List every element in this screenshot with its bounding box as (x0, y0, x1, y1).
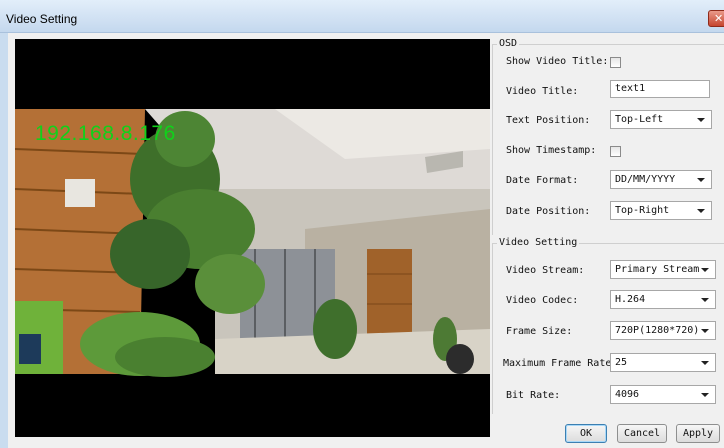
ok-button[interactable]: OK (565, 424, 607, 443)
video-setting-group-label: Video Setting (497, 237, 580, 248)
chevron-down-icon (697, 118, 705, 122)
show-video-title-label: Show Video Title: (506, 56, 609, 67)
show-video-title-checkbox[interactable] (610, 57, 621, 68)
video-stream-select[interactable]: Primary Stream (610, 260, 716, 279)
date-format-label: Date Format: (506, 175, 579, 186)
close-button[interactable]: ✕ (708, 10, 724, 27)
text-position-select[interactable]: Top-Left (610, 110, 712, 129)
date-format-select[interactable]: DD/MM/YYYY (610, 170, 712, 189)
text-position-label: Text Position: (506, 115, 591, 126)
window-title: Video Setting (6, 12, 78, 26)
chevron-down-icon (697, 178, 705, 182)
frame-size-select[interactable]: 720P(1280*720) (610, 321, 716, 340)
date-position-label: Date Position: (506, 206, 591, 217)
chevron-down-icon (701, 329, 709, 333)
video-title-label: Video Title: (506, 86, 579, 97)
chevron-down-icon (701, 268, 709, 272)
video-codec-select[interactable]: H.264 (610, 290, 716, 309)
frame-size-value: 720P(1280*720) (615, 325, 700, 336)
max-frame-rate-select[interactable]: 25 (610, 353, 716, 372)
video-preview: 192.168.8.176 (15, 39, 490, 437)
frame-size-label: Frame Size: (506, 326, 573, 337)
date-format-value: DD/MM/YYYY (615, 174, 676, 185)
show-timestamp-checkbox[interactable] (610, 146, 621, 157)
dialog-client-area: 192.168.8.176 OSD Show Video Title: Vide… (8, 33, 724, 448)
text-position-value: Top-Left (615, 114, 664, 125)
date-position-value: Top-Right (615, 205, 670, 216)
video-title-input[interactable]: text1 (610, 80, 710, 98)
video-stream-label: Video Stream: (506, 265, 585, 276)
video-osd-ip-overlay: 192.168.8.176 (35, 122, 176, 145)
osd-group-label: OSD (497, 38, 520, 49)
video-codec-value: H.264 (615, 294, 646, 305)
video-stream-value: Primary Stream (615, 264, 700, 275)
video-codec-label: Video Codec: (506, 295, 579, 306)
max-frame-rate-value: 25 (615, 357, 628, 368)
bit-rate-select[interactable]: 4096 (610, 385, 716, 404)
close-icon: ✕ (714, 12, 724, 25)
max-frame-rate-label: Maximum Frame Rate: (503, 358, 618, 369)
title-bar: Video Setting ✕ (0, 0, 724, 33)
chevron-down-icon (701, 298, 709, 302)
apply-button[interactable]: Apply (676, 424, 720, 443)
chevron-down-icon (701, 361, 709, 365)
show-timestamp-label: Show Timestamp: (506, 145, 597, 156)
bit-rate-value: 4096 (615, 389, 640, 400)
chevron-down-icon (701, 393, 709, 397)
bit-rate-label: Bit Rate: (506, 390, 561, 401)
video-frame-image (15, 39, 490, 437)
chevron-down-icon (697, 209, 705, 213)
cancel-button[interactable]: Cancel (617, 424, 667, 443)
date-position-select[interactable]: Top-Right (610, 201, 712, 220)
